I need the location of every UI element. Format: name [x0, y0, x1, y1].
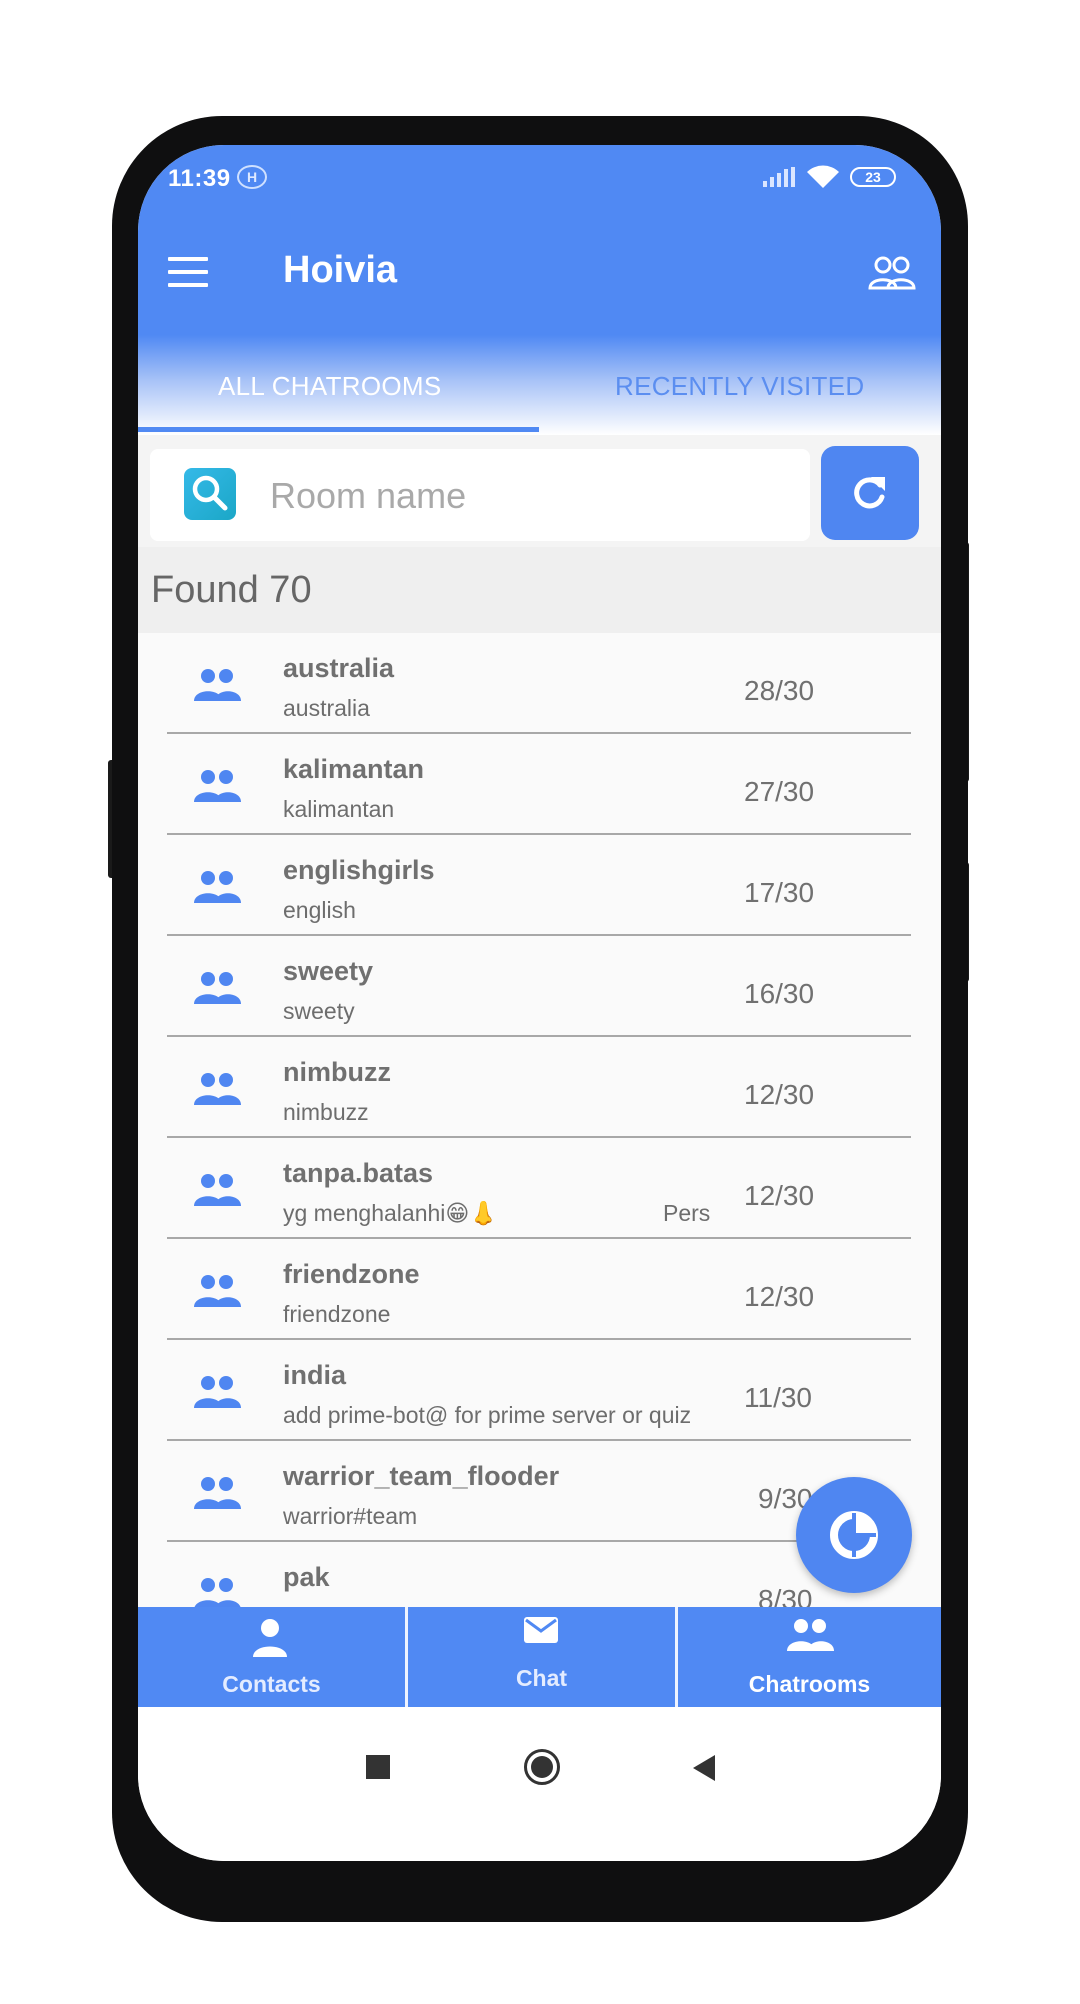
- results-header: Found 70: [138, 547, 941, 633]
- bottom-navigation: Contacts Chat Chatrooms: [138, 1607, 941, 1707]
- room-occupancy: 28/30: [744, 675, 815, 706]
- room-description: english: [283, 897, 356, 923]
- room-occupancy: 12/30: [744, 1180, 815, 1211]
- search-icon: [184, 468, 236, 520]
- tab-indicator: [138, 427, 539, 432]
- system-navigation-bar: [138, 1707, 941, 1861]
- person-icon: [253, 1619, 287, 1657]
- status-bar: 11:39 H 23: [138, 145, 941, 205]
- room-name: australia: [283, 653, 395, 683]
- status-time: 11:39: [168, 165, 231, 192]
- group-icon: [194, 770, 241, 802]
- group-icon: [194, 1578, 241, 1610]
- tab-bar: ALL CHATROOMS RECENTLY VISITED: [138, 335, 941, 435]
- results-count: Found 70: [151, 569, 312, 611]
- room-name: pak: [283, 1562, 330, 1592]
- nav-label: Chatrooms: [748, 1671, 871, 1697]
- room-name-input[interactable]: [268, 471, 792, 521]
- room-occupancy: 11/30: [744, 1382, 812, 1413]
- room-description: friendzone: [283, 1301, 391, 1327]
- nav-chatrooms[interactable]: Chatrooms: [678, 1607, 941, 1707]
- group-icon: [194, 972, 241, 1004]
- search-row: [138, 435, 941, 547]
- room-description: yg menghalanhi😁👃: [283, 1200, 499, 1226]
- room-name: friendzone: [283, 1259, 420, 1289]
- battery-indicator: 23: [850, 167, 896, 187]
- room-name: nimbuzz: [283, 1057, 391, 1087]
- room-name: englishgirls: [283, 855, 435, 885]
- room-description: add prime-bot@ for prime server or quiz: [283, 1402, 692, 1428]
- room-occupancy: 16/30: [744, 978, 815, 1009]
- room-description: warrior#team: [283, 1503, 418, 1529]
- chart-icon: [830, 1511, 878, 1559]
- room-name: warrior_team_flooder: [283, 1461, 560, 1491]
- room-occupancy: 12/30: [744, 1079, 815, 1110]
- app-title: Hoivia: [283, 249, 398, 291]
- floating-action-button[interactable]: [796, 1477, 912, 1593]
- chatroom-row[interactable]: friendzone friendzone 12/30: [138, 1239, 941, 1340]
- nav-contacts[interactable]: Contacts: [138, 1607, 405, 1707]
- chatroom-list[interactable]: australia australia 28/30 kalimantan kal…: [138, 633, 941, 1775]
- group-icon: [194, 1174, 241, 1206]
- envelope-icon: [524, 1617, 558, 1643]
- home-button[interactable]: [524, 1749, 560, 1785]
- nav-label: Contacts: [222, 1671, 321, 1697]
- group-icon: [194, 669, 241, 701]
- back-button[interactable]: [691, 1753, 717, 1783]
- app-bar: Hoivia: [138, 205, 941, 353]
- group-icon: [787, 1619, 834, 1651]
- room-name: sweety: [283, 956, 374, 986]
- group-icon: [194, 1073, 241, 1105]
- chatroom-row[interactable]: sweety sweety 16/30: [138, 936, 941, 1037]
- room-description: australia: [283, 695, 370, 721]
- group-icon: [194, 1477, 241, 1509]
- search-box: [150, 449, 810, 541]
- tab-all-chatrooms[interactable]: ALL CHATROOMS: [218, 371, 442, 402]
- group-icon: [194, 871, 241, 903]
- recents-button[interactable]: [366, 1755, 390, 1779]
- chatroom-row[interactable]: kalimantan kalimantan 27/30: [138, 734, 941, 835]
- app-notification-icon: H: [237, 165, 267, 189]
- room-name: india: [283, 1360, 347, 1390]
- signal-icon: [763, 167, 795, 187]
- group-icon: [194, 1376, 241, 1408]
- refresh-button[interactable]: [821, 446, 919, 540]
- menu-icon[interactable]: [168, 257, 208, 287]
- app-screen: 11:39 H 23 Hoivia ALL CHATROOMS RECENTLY…: [138, 145, 941, 1861]
- room-occupancy: 17/30: [744, 877, 815, 908]
- room-occupancy: 27/30: [744, 776, 815, 807]
- room-occupancy: 12/30: [744, 1281, 815, 1312]
- room-description: sweety: [283, 998, 355, 1024]
- phone-frame: 11:39 H 23 Hoivia ALL CHATROOMS RECENTLY…: [112, 116, 968, 1922]
- room-name: tanpa.batas: [283, 1158, 434, 1188]
- wifi-icon: [807, 165, 839, 188]
- refresh-icon: [854, 477, 885, 509]
- chatroom-row[interactable]: englishgirls english 17/30: [138, 835, 941, 936]
- chatroom-row[interactable]: india add prime-bot@ for prime server or…: [138, 1340, 941, 1441]
- room-description: nimbuzz: [283, 1099, 369, 1125]
- nav-label: Chat: [515, 1665, 568, 1691]
- users-icon[interactable]: [868, 255, 916, 291]
- room-description: kalimantan: [283, 796, 395, 822]
- room-description-tail: Pers: [663, 1200, 711, 1226]
- tab-recently-visited[interactable]: RECENTLY VISITED: [615, 371, 864, 402]
- chatroom-row[interactable]: australia australia 28/30: [138, 633, 941, 734]
- group-icon: [194, 1275, 241, 1307]
- room-name: kalimantan: [283, 754, 425, 784]
- chatroom-row[interactable]: tanpa.batas yg menghalanhi😁👃 Pers 12/30: [138, 1138, 941, 1239]
- chatroom-row[interactable]: nimbuzz nimbuzz 12/30: [138, 1037, 941, 1138]
- nav-chat[interactable]: Chat: [408, 1607, 675, 1707]
